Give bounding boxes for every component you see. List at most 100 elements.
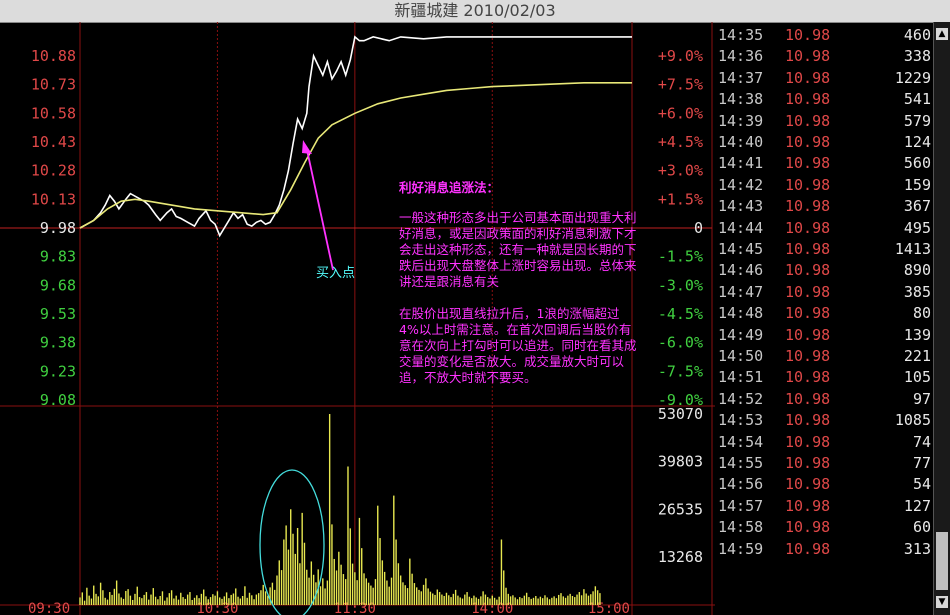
tick-time: 14:43 <box>718 197 764 216</box>
tick-row[interactable]: 14:56 10.98 54 <box>715 473 935 495</box>
tick-volume: 385 <box>903 282 931 301</box>
tick-row[interactable]: 14:51 10.98 105 <box>715 366 935 388</box>
scroll-thumb[interactable] <box>936 532 948 590</box>
tick-row[interactable]: 14:53 10.98 1085 <box>715 409 935 431</box>
scroll-up-arrow-icon[interactable]: ▲ <box>936 28 948 40</box>
tick-price: 10.98 <box>785 197 831 216</box>
tick-time: 14:55 <box>718 454 764 472</box>
buy-point-label: 买入点 <box>316 266 356 281</box>
tick-time: 14:35 <box>718 26 764 44</box>
tick-row[interactable]: 14:46 10.98 890 <box>715 259 935 281</box>
volume-axis-label: 39803 <box>658 453 703 471</box>
price-axis-label: 9.68 <box>40 276 76 294</box>
time-axis-label: 09:30 <box>28 601 70 615</box>
percent-axis-label: +4.5% <box>658 133 703 151</box>
tick-volume: 313 <box>903 539 931 558</box>
percent-axis-label: +6.0% <box>658 104 703 122</box>
tick-row[interactable]: 14:37 10.98 1229 <box>715 67 935 89</box>
volume-axis-label: 13268 <box>658 548 703 566</box>
buy-point-arrowhead-icon <box>302 140 312 154</box>
tick-row[interactable]: 14:35 10.98 460 <box>715 24 935 46</box>
annotation-heading: 利好消息追涨法： <box>399 180 500 195</box>
tick-price: 10.98 <box>785 389 831 408</box>
tick-row[interactable]: 14:45 10.98 1413 <box>715 238 935 260</box>
tick-price: 10.98 <box>785 240 831 258</box>
tick-volume: 1413 <box>894 240 931 258</box>
tick-price: 10.98 <box>785 475 831 494</box>
tick-row[interactable]: 14:38 10.98 541 <box>715 88 935 110</box>
price-axis-label: 9.08 <box>40 391 76 409</box>
tick-list[interactable]: 14:35 10.98 460 14:36 10.98 338 14:37 10.98 1229… <box>715 22 935 615</box>
tick-row[interactable]: 14:50 10.98 221 <box>715 345 935 367</box>
tick-time: 14:56 <box>718 475 764 494</box>
tick-row[interactable]: 14:47 10.98 385 <box>715 281 935 303</box>
volume-axis-label: 26535 <box>658 501 703 519</box>
tick-price: 10.98 <box>785 539 831 558</box>
tick-row[interactable]: 14:36 10.98 338 <box>715 45 935 67</box>
percent-axis-label: +7.5% <box>658 76 703 94</box>
tick-price: 10.98 <box>785 347 831 365</box>
tick-volume: 367 <box>903 197 931 216</box>
tick-volume: 54 <box>912 475 931 494</box>
tick-volume: 1085 <box>894 411 931 430</box>
tick-price: 10.98 <box>785 47 831 66</box>
tick-price: 10.98 <box>785 154 831 173</box>
price-axis-label: 9.83 <box>40 248 76 266</box>
tick-row[interactable]: 14:40 10.98 124 <box>715 131 935 153</box>
tick-row[interactable]: 14:58 10.98 60 <box>715 516 935 538</box>
tick-time: 14:39 <box>718 111 764 130</box>
tick-price: 10.98 <box>785 411 831 430</box>
title-bar: 新疆城建 2010/02/03 <box>0 0 950 23</box>
tick-time: 14:53 <box>718 411 764 430</box>
tick-price: 10.98 <box>785 454 831 472</box>
scroll-down-arrow-icon[interactable]: ▼ <box>936 596 948 608</box>
tick-row[interactable]: 14:41 10.98 560 <box>715 152 935 174</box>
tick-list-scrollbar[interactable]: ▲ ▼ <box>933 22 950 615</box>
tick-row[interactable]: 14:39 10.98 579 <box>715 110 935 132</box>
tick-volume: 80 <box>912 304 931 323</box>
tick-volume: 338 <box>903 47 931 66</box>
tick-price: 10.98 <box>785 282 831 301</box>
price-axis-label: 9.98 <box>40 219 76 237</box>
tick-time: 14:48 <box>718 304 764 323</box>
percent-axis-label: +9.0% <box>658 47 703 65</box>
tick-row[interactable]: 14:55 10.98 77 <box>715 452 935 474</box>
tick-price: 10.98 <box>785 175 831 194</box>
price-axis-label: 9.23 <box>40 362 76 380</box>
tick-price: 10.98 <box>785 496 831 515</box>
tick-volume: 560 <box>903 154 931 173</box>
tick-volume: 74 <box>912 432 931 451</box>
tick-price: 10.98 <box>785 26 831 44</box>
tick-price: 10.98 <box>785 218 831 237</box>
tick-volume: 890 <box>903 261 931 280</box>
tick-row[interactable]: 14:43 10.98 367 <box>715 195 935 217</box>
tick-row[interactable]: 14:59 10.98 313 <box>715 538 935 560</box>
tick-row[interactable]: 14:52 10.98 97 <box>715 388 935 410</box>
tick-row[interactable]: 14:49 10.98 139 <box>715 324 935 346</box>
strategy-annotation: 利好消息追涨法： 一般这种形态多出于公司基本面出现重大利好消息，或是因政策面的利… <box>399 180 637 386</box>
tick-volume: 97 <box>912 389 931 408</box>
tick-price: 10.98 <box>785 133 831 151</box>
stock-terminal-window: 新疆城建 2010/02/03 10.88 10.73 10.58 10.43 10.2… <box>0 0 950 615</box>
price-axis-label: 10.58 <box>31 104 76 122</box>
annotation-paragraph-2: 在股价出现直线拉升后，1浪的涨幅超过4%以上时需注意。在首次回调后当股价有意在次… <box>399 306 637 385</box>
window-title: 新疆城建 2010/02/03 <box>394 1 556 20</box>
tick-time: 14:37 <box>718 68 764 87</box>
tick-volume: 460 <box>903 26 931 44</box>
tick-row[interactable]: 14:42 10.98 159 <box>715 174 935 196</box>
tick-row[interactable]: 14:44 10.98 495 <box>715 217 935 239</box>
percent-axis-label: -7.5% <box>658 362 703 380</box>
tick-volume: 159 <box>903 175 931 194</box>
tick-row[interactable]: 14:48 10.98 80 <box>715 302 935 324</box>
tick-price: 10.98 <box>785 325 831 344</box>
tick-row[interactable]: 14:54 10.98 74 <box>715 431 935 453</box>
tick-time: 14:46 <box>718 261 764 280</box>
tick-row[interactable]: 14:57 10.98 127 <box>715 495 935 517</box>
tick-time: 14:47 <box>718 282 764 301</box>
tick-time: 14:49 <box>718 325 764 344</box>
price-axis-label: 10.43 <box>31 133 76 151</box>
tick-time: 14:44 <box>718 218 764 237</box>
tick-price: 10.98 <box>785 368 831 387</box>
price-axis-label: 10.13 <box>31 190 76 208</box>
tick-volume: 579 <box>903 111 931 130</box>
